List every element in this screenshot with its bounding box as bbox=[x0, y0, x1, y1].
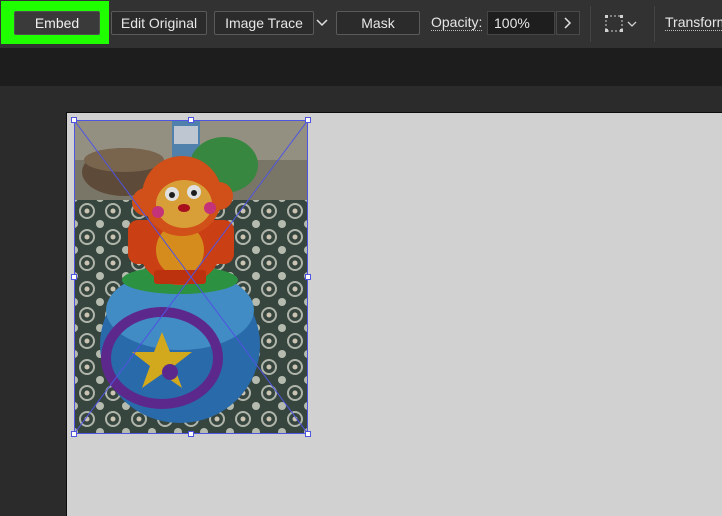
image-trace-dropdown[interactable] bbox=[314, 12, 330, 34]
opacity-slider-toggle[interactable] bbox=[556, 11, 580, 35]
mask-button[interactable]: Mask bbox=[336, 11, 420, 35]
document-tab-bar bbox=[0, 48, 722, 86]
image-trace-button[interactable]: Image Trace bbox=[214, 11, 314, 35]
edit-original-button[interactable]: Edit Original bbox=[111, 11, 207, 35]
embed-button[interactable]: Embed bbox=[14, 11, 100, 35]
separator bbox=[654, 6, 655, 42]
align-to-button[interactable] bbox=[604, 12, 640, 36]
control-bar: Embed Edit Original Image Trace Mask Opa… bbox=[0, 0, 722, 48]
chevron-right-icon bbox=[564, 17, 572, 29]
separator bbox=[590, 6, 591, 42]
chevron-down-icon bbox=[316, 19, 328, 27]
opacity-input[interactable]: 100% bbox=[487, 11, 555, 35]
align-to-selection-icon bbox=[605, 15, 637, 32]
transform-link[interactable]: Transform bbox=[665, 15, 722, 31]
placed-image[interactable] bbox=[71, 117, 311, 437]
selection-handles[interactable] bbox=[69, 115, 313, 439]
opacity-label[interactable]: Opacity: bbox=[431, 15, 483, 31]
